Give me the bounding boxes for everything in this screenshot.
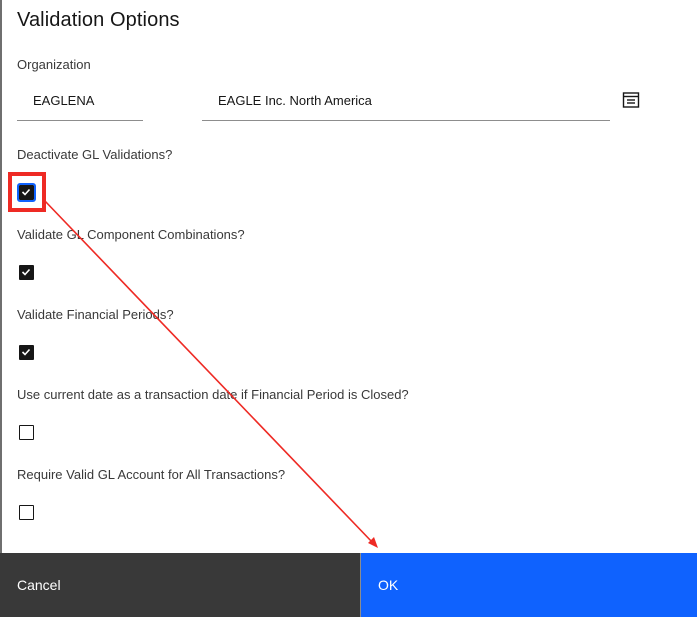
option-current-date-checkbox[interactable] — [19, 425, 34, 440]
checkmark-icon — [21, 348, 31, 356]
option-current-date-label: Use current date as a transaction date i… — [17, 387, 409, 402]
option-require-gl-account-checkbox[interactable] — [19, 505, 34, 520]
checkmark-icon — [21, 188, 31, 196]
cancel-button[interactable]: Cancel — [0, 553, 361, 617]
option-validate-periods-checkbox[interactable] — [19, 345, 34, 360]
organization-code-value: EAGLENA — [33, 93, 95, 108]
option-require-gl-account-label: Require Valid GL Account for All Transac… — [17, 467, 286, 482]
checkmark-icon — [21, 268, 31, 276]
left-edge-border — [0, 0, 2, 553]
organization-name-field[interactable]: EAGLE Inc. North America — [202, 84, 610, 121]
option-validate-combinations-checkbox[interactable] — [19, 265, 34, 280]
dialog-footer: Cancel OK — [0, 553, 697, 617]
dialog-title: Validation Options — [17, 9, 180, 31]
organization-code-field[interactable]: EAGLENA — [17, 84, 143, 121]
option-deactivate-gl-checkbox[interactable] — [17, 183, 36, 202]
list-lookup-icon[interactable] — [620, 89, 642, 111]
ok-button[interactable]: OK — [361, 553, 697, 617]
option-validate-periods-label: Validate Financial Periods? — [17, 307, 174, 322]
organization-label: Organization — [17, 57, 91, 72]
option-validate-combinations-label: Validate GL Component Combinations? — [17, 227, 245, 242]
organization-name-value: EAGLE Inc. North America — [218, 93, 372, 108]
option-deactivate-gl-label: Deactivate GL Validations? — [17, 147, 173, 162]
